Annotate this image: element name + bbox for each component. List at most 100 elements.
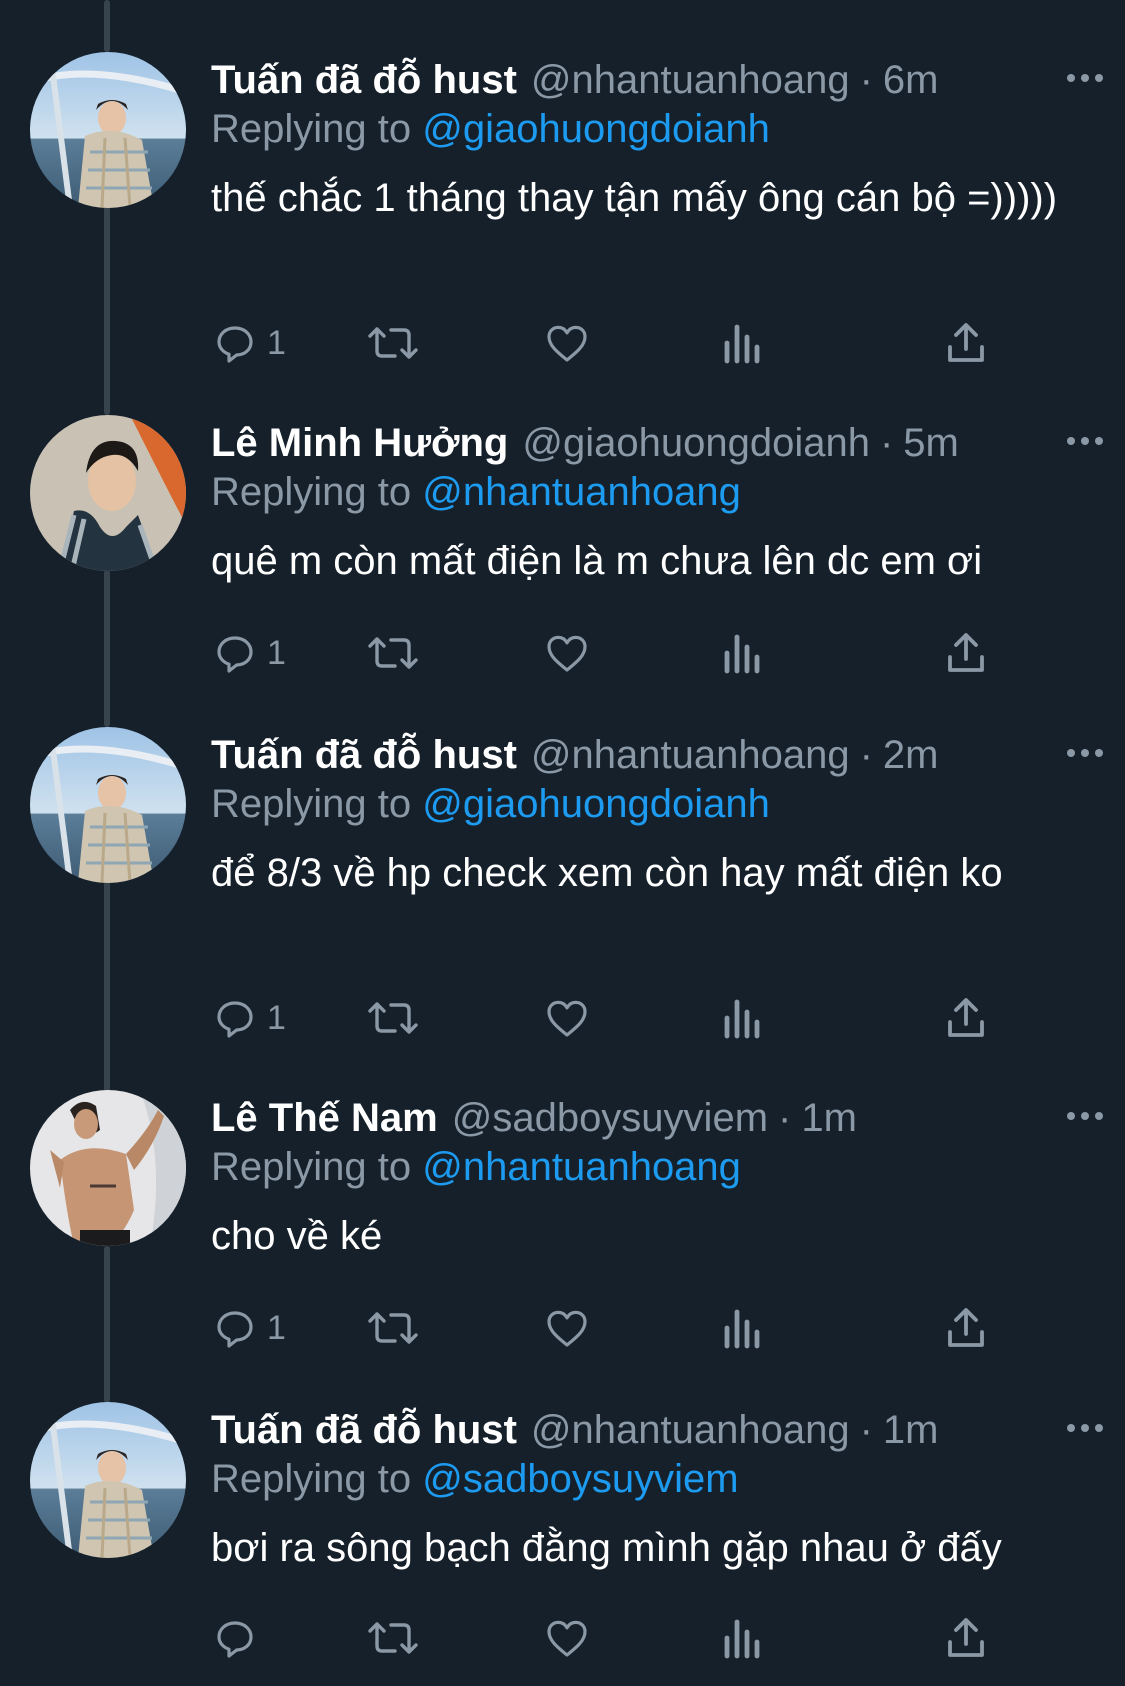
like-button[interactable] xyxy=(542,1300,592,1356)
retweet-button[interactable] xyxy=(365,315,421,371)
display-name[interactable]: Lê Minh Hưởng xyxy=(211,421,508,466)
reply-icon xyxy=(217,1001,253,1038)
replying-to-label: Replying to xyxy=(211,782,412,826)
tweet-text: quê m còn mất điện là m chưa lên dc em ơ… xyxy=(211,539,983,583)
like-button[interactable] xyxy=(542,1610,592,1666)
timestamp[interactable]: 2m xyxy=(883,733,939,778)
avatar-selfie-photo-icon xyxy=(30,415,186,571)
share-icon xyxy=(948,323,984,362)
separator-dot: · xyxy=(859,1407,873,1452)
user-handle[interactable]: @giaohuongdoianh xyxy=(522,421,870,466)
reply-icon xyxy=(217,1311,253,1348)
views-button[interactable] xyxy=(721,625,765,681)
display-name[interactable]: Tuấn đã đỗ hust xyxy=(211,733,517,778)
avatar[interactable] xyxy=(30,1090,186,1246)
user-handle[interactable]: @nhantuanhoang xyxy=(531,733,850,778)
reply-icon xyxy=(217,636,253,673)
mention-link[interactable]: @giaohuongdoianh xyxy=(422,782,770,826)
reply-thread: Tuấn đã đỗ hust @nhantuanhoang · 6m Repl… xyxy=(0,0,1125,1686)
action-bar xyxy=(211,1610,1011,1666)
timestamp[interactable]: 5m xyxy=(903,421,959,466)
like-button[interactable] xyxy=(542,990,592,1046)
reply-button[interactable]: 1 xyxy=(211,315,286,371)
avatar-shirtless-photo-icon xyxy=(30,1090,186,1246)
share-button[interactable] xyxy=(944,315,988,371)
user-handle[interactable]: @nhantuanhoang xyxy=(531,58,850,103)
share-button[interactable] xyxy=(944,990,988,1046)
replying-to-label: Replying to xyxy=(211,1457,412,1501)
avatar[interactable] xyxy=(30,415,186,571)
share-button[interactable] xyxy=(944,1610,988,1666)
thread-line xyxy=(104,206,110,415)
mention-link[interactable]: @nhantuanhoang xyxy=(422,1145,741,1189)
replying-to-label: Replying to xyxy=(211,1145,412,1189)
separator-dot: · xyxy=(879,420,894,465)
user-handle[interactable]: @nhantuanhoang xyxy=(531,1408,850,1453)
more-options-icon[interactable] xyxy=(1067,72,1103,84)
avatar[interactable] xyxy=(30,52,186,208)
separator-dot: · xyxy=(859,57,873,102)
retweet-icon xyxy=(368,327,418,359)
share-button[interactable] xyxy=(944,625,988,681)
tweet-header: Lê Minh Hưởng @giaohuongdoianh · 5m xyxy=(211,415,1105,471)
views-icon xyxy=(724,999,760,1039)
more-options-icon[interactable] xyxy=(1067,1110,1103,1122)
like-icon xyxy=(547,1310,587,1347)
timestamp[interactable]: 1m xyxy=(801,1096,857,1141)
action-bar: 1 xyxy=(211,315,1011,371)
views-icon xyxy=(724,634,760,674)
retweet-button[interactable] xyxy=(365,990,421,1046)
retweet-button[interactable] xyxy=(365,1610,421,1666)
thread-line xyxy=(104,570,110,727)
avatar[interactable] xyxy=(30,1402,186,1558)
more-options-icon[interactable] xyxy=(1067,747,1103,759)
timestamp[interactable]: 1m xyxy=(883,1408,939,1453)
more-options-icon[interactable] xyxy=(1067,1422,1103,1434)
reply-button[interactable]: 1 xyxy=(211,1300,286,1356)
replying-to-label: Replying to xyxy=(211,470,412,514)
replying-to: Replying to @nhantuanhoang xyxy=(211,470,741,515)
like-icon xyxy=(547,1620,587,1657)
share-icon xyxy=(948,998,984,1037)
share-icon xyxy=(948,1618,984,1657)
avatar[interactable] xyxy=(30,727,186,883)
thread-line xyxy=(104,0,110,52)
reply-button[interactable]: 1 xyxy=(211,625,286,681)
tweet-text: thế chắc 1 tháng thay tận mấy ông cán bộ… xyxy=(211,176,1058,220)
retweet-icon xyxy=(368,1622,418,1654)
replying-to: Replying to @nhantuanhoang xyxy=(211,1145,741,1190)
retweet-button[interactable] xyxy=(365,1300,421,1356)
tweet-text: bơi ra sông bạch đằng mình gặp nhau ở đấ… xyxy=(211,1526,1002,1570)
views-button[interactable] xyxy=(721,315,765,371)
retweet-icon xyxy=(368,1002,418,1034)
retweet-button[interactable] xyxy=(365,625,421,681)
like-button[interactable] xyxy=(542,315,592,371)
like-button[interactable] xyxy=(542,625,592,681)
reply-count: 1 xyxy=(267,323,286,362)
display-name[interactable]: Tuấn đã đỗ hust xyxy=(211,58,517,103)
display-name[interactable]: Tuấn đã đỗ hust xyxy=(211,1408,517,1453)
reply-button[interactable] xyxy=(211,1610,267,1666)
reply-count: 1 xyxy=(267,1308,286,1347)
display-name[interactable]: Lê Thế Nam xyxy=(211,1096,438,1141)
tweet-header: Tuấn đã đỗ hust @nhantuanhoang · 1m xyxy=(211,1402,1105,1458)
tweet-text: để 8/3 về hp check xem còn hay mất điện … xyxy=(211,851,1003,895)
views-button[interactable] xyxy=(721,1300,765,1356)
views-button[interactable] xyxy=(721,1610,765,1666)
views-button[interactable] xyxy=(721,990,765,1046)
separator-dot: · xyxy=(778,1095,792,1140)
mention-link[interactable]: @giaohuongdoianh xyxy=(422,107,770,151)
tweet-header: Tuấn đã đỗ hust @nhantuanhoang · 6m xyxy=(211,52,1105,108)
user-handle[interactable]: @sadboysuyviem xyxy=(452,1096,768,1141)
retweet-icon xyxy=(368,1312,418,1344)
views-icon xyxy=(724,1619,760,1659)
share-button[interactable] xyxy=(944,1300,988,1356)
more-options-icon[interactable] xyxy=(1067,435,1103,447)
reply-button[interactable]: 1 xyxy=(211,990,286,1046)
avatar-boat-photo-icon xyxy=(30,727,186,883)
reply-icon xyxy=(217,1621,253,1658)
timestamp[interactable]: 6m xyxy=(883,58,939,103)
retweet-icon xyxy=(368,637,418,669)
mention-link[interactable]: @sadboysuyviem xyxy=(422,1457,738,1501)
mention-link[interactable]: @nhantuanhoang xyxy=(422,470,741,514)
